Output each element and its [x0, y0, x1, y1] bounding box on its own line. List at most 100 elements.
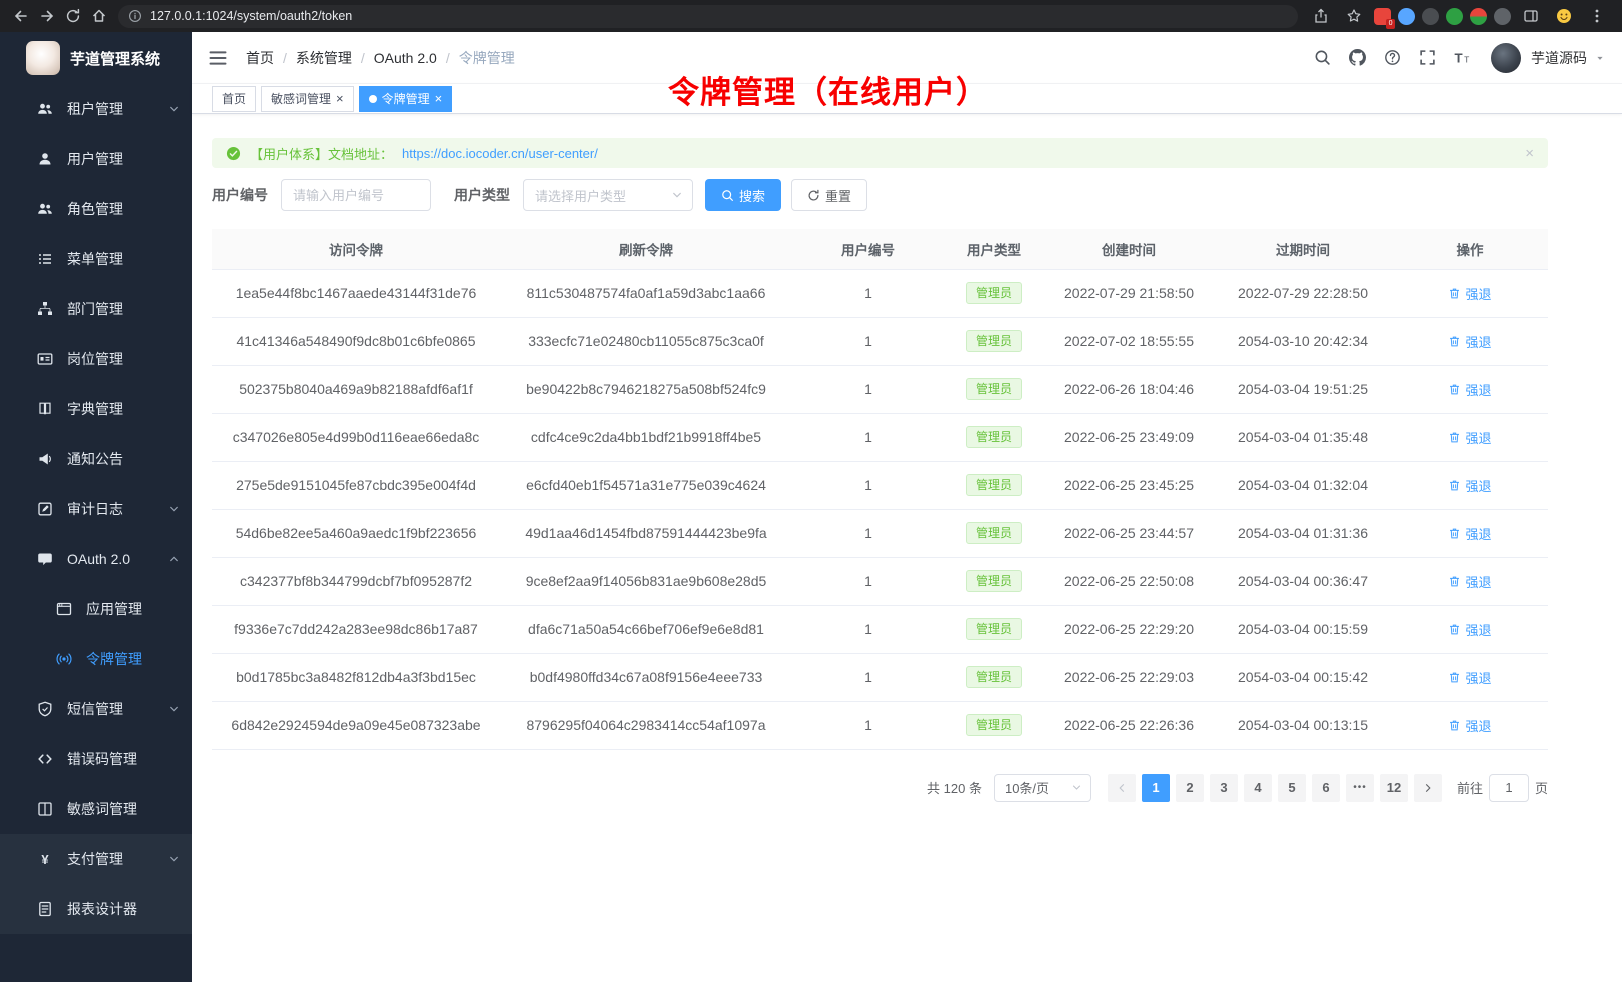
force-logout-button[interactable]: 强退 — [1448, 284, 1491, 303]
sidebar-item-audit-log[interactable]: 审计日志 — [0, 484, 192, 534]
success-check-icon — [226, 146, 241, 161]
extension-icon[interactable]: 0 — [1374, 8, 1391, 25]
tab-token[interactable]: 令牌管理× — [359, 86, 453, 112]
breadcrumb-item[interactable]: 系统管理 — [296, 48, 352, 68]
expire-time-cell: 2054-03-04 01:35:48 — [1214, 413, 1392, 461]
sidebar-item-dept[interactable]: 部门管理 — [0, 284, 192, 334]
force-logout-button[interactable]: 强退 — [1448, 428, 1491, 447]
user-id-cell: 1 — [792, 413, 944, 461]
force-logout-button[interactable]: 强退 — [1448, 716, 1491, 735]
users-icon — [37, 101, 53, 117]
expire-time-cell: 2054-03-04 00:13:15 — [1214, 701, 1392, 749]
app-logo[interactable]: 芋道管理系统 — [0, 32, 192, 84]
page-button-6[interactable]: 6 — [1312, 774, 1340, 802]
page-size-select[interactable]: 10条/页 — [994, 774, 1091, 802]
postcard-icon — [37, 351, 53, 367]
sidebar-item-sms[interactable]: 短信管理 — [0, 684, 192, 734]
access-token-cell: 6d842e2924594de9a09e45e087323abe — [212, 701, 500, 749]
user-name[interactable]: 芋道源码 — [1531, 48, 1587, 68]
chevron-down-icon — [168, 703, 180, 715]
fullscreen-icon[interactable] — [1411, 41, 1444, 74]
sidebar-item-oauth2[interactable]: OAuth 2.0 — [0, 534, 192, 584]
column-header: 用户类型 — [944, 229, 1044, 269]
force-logout-button[interactable]: 强退 — [1448, 524, 1491, 543]
user-id-input[interactable] — [281, 179, 431, 211]
tab-close-icon[interactable]: × — [336, 92, 344, 105]
force-logout-button[interactable]: 强退 — [1448, 332, 1491, 351]
reload-button[interactable] — [60, 3, 86, 29]
back-button[interactable] — [8, 3, 34, 29]
share-icon[interactable] — [1308, 3, 1334, 29]
sidebar-item-sensitive-word[interactable]: 敏感词管理 — [0, 784, 192, 834]
user-type-select[interactable]: 请选择用户类型 — [523, 179, 693, 211]
user-type-badge: 管理员 — [966, 474, 1022, 496]
page-button-2[interactable]: 2 — [1176, 774, 1204, 802]
search-button[interactable]: 搜索 — [705, 179, 781, 211]
goto-page-input[interactable] — [1489, 774, 1529, 802]
doc-link[interactable]: https://doc.iocoder.cn/user-center/ — [402, 146, 598, 161]
more-pages-button[interactable]: ••• — [1346, 774, 1374, 802]
font-size-icon[interactable]: TT — [1446, 41, 1479, 74]
tab-close-icon[interactable]: × — [435, 92, 443, 105]
sidebar-item-pay[interactable]: ¥支付管理 — [0, 834, 192, 884]
force-logout-button[interactable]: 强退 — [1448, 620, 1491, 639]
address-bar[interactable]: 127.0.0.1:1024/system/oauth2/token — [118, 5, 1298, 28]
tree-icon — [37, 301, 53, 317]
sidebar-item-dict[interactable]: 字典管理 — [0, 384, 192, 434]
next-page-button[interactable] — [1414, 774, 1442, 802]
extension-icon[interactable] — [1422, 8, 1439, 25]
sidebar-item-oauth2-token[interactable]: 令牌管理 — [0, 634, 192, 684]
tab-sensitive-word[interactable]: 敏感词管理× — [261, 86, 354, 112]
sidebar-item-notice[interactable]: 通知公告 — [0, 434, 192, 484]
created-time-cell: 2022-06-25 23:44:57 — [1044, 509, 1214, 557]
site-info-icon[interactable] — [128, 9, 142, 23]
sidebar-item-post[interactable]: 岗位管理 — [0, 334, 192, 384]
force-logout-button[interactable]: 强退 — [1448, 476, 1491, 495]
page-button-4[interactable]: 4 — [1244, 774, 1272, 802]
page-button-1[interactable]: 1 — [1142, 774, 1170, 802]
sidebar-item-user[interactable]: 用户管理 — [0, 134, 192, 184]
side-panel-icon[interactable] — [1518, 3, 1544, 29]
doc-icon — [37, 901, 53, 917]
chevron-down-icon[interactable] — [1594, 52, 1606, 64]
sidebar-item-tenant[interactable]: 租户管理 — [0, 84, 192, 134]
sidebar-item-error-code[interactable]: 错误码管理 — [0, 734, 192, 784]
page-button-12[interactable]: 12 — [1380, 774, 1408, 802]
browser-profile-avatar[interactable] — [1551, 3, 1577, 29]
breadcrumb-item[interactable]: 首页 — [246, 48, 274, 68]
forward-button[interactable] — [34, 3, 60, 29]
table-row: 1ea5e44f8bc1467aaede43144f31de76811c5304… — [212, 269, 1548, 317]
extension-icon[interactable] — [1470, 8, 1487, 25]
force-logout-button[interactable]: 强退 — [1448, 668, 1491, 687]
force-logout-button[interactable]: 强退 — [1448, 380, 1491, 399]
sidebar-item-report-designer[interactable]: 报表设计器 — [0, 884, 192, 934]
breadcrumb-item[interactable]: OAuth 2.0 — [374, 50, 437, 66]
home-button[interactable] — [86, 3, 112, 29]
sidebar-item-role[interactable]: 角色管理 — [0, 184, 192, 234]
search-icon[interactable] — [1306, 41, 1339, 74]
sidebar-item-oauth2-application[interactable]: 应用管理 — [0, 584, 192, 634]
bookmark-star-icon[interactable] — [1341, 3, 1367, 29]
extension-icon[interactable] — [1446, 8, 1463, 25]
reset-button[interactable]: 重置 — [791, 179, 867, 211]
page-button-3[interactable]: 3 — [1210, 774, 1238, 802]
github-icon[interactable] — [1341, 41, 1374, 74]
collapse-sidebar-icon[interactable] — [208, 48, 228, 68]
tab-home[interactable]: 首页 — [212, 86, 256, 112]
expire-time-cell: 2054-03-04 00:15:42 — [1214, 653, 1392, 701]
extension-icon[interactable] — [1398, 8, 1415, 25]
user-id-cell: 1 — [792, 701, 944, 749]
alert-close-icon[interactable]: × — [1525, 145, 1534, 162]
force-logout-button[interactable]: 强退 — [1448, 572, 1491, 591]
prev-page-button[interactable] — [1108, 774, 1136, 802]
extension-icon[interactable] — [1494, 8, 1511, 25]
sidebar-item-menu[interactable]: 菜单管理 — [0, 234, 192, 284]
help-icon[interactable] — [1376, 41, 1409, 74]
created-time-cell: 2022-06-25 22:26:36 — [1044, 701, 1214, 749]
browser-menu-icon[interactable] — [1584, 3, 1610, 29]
created-time-cell: 2022-07-02 18:55:55 — [1044, 317, 1214, 365]
action-cell: 强退 — [1392, 605, 1548, 653]
user-avatar[interactable] — [1491, 43, 1521, 73]
chevron-down-icon — [671, 189, 683, 201]
page-button-5[interactable]: 5 — [1278, 774, 1306, 802]
